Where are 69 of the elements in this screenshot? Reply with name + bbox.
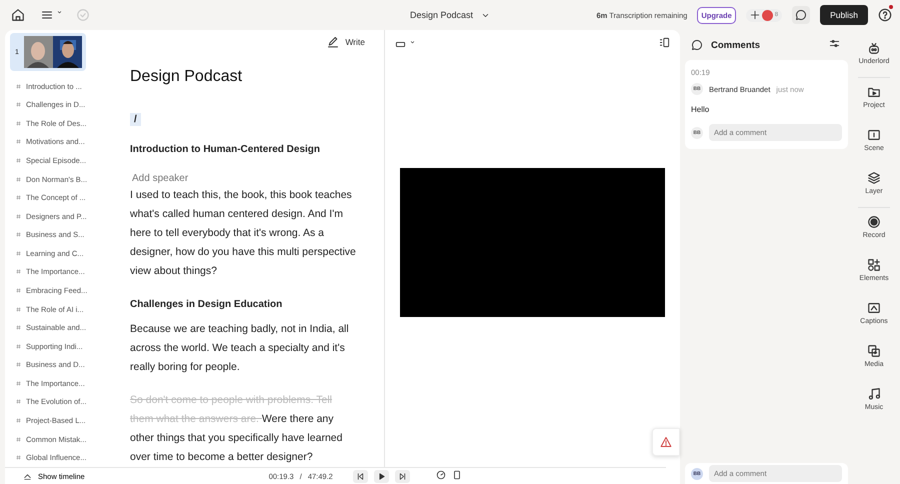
previous-button[interactable]	[352, 470, 368, 482]
music-icon	[867, 387, 881, 401]
skip-forward-icon	[398, 472, 407, 480]
layout-dropdown[interactable]	[395, 38, 416, 50]
caret-icon	[56, 9, 63, 16]
play-button[interactable]	[374, 470, 389, 482]
captions-icon	[866, 301, 881, 315]
transcript-paragraph: Because we are teaching badly, not in India, all across the world. We teach a specialty and it's really boring for people.	[130, 322, 350, 375]
comments-title: Comments	[711, 40, 760, 50]
play-icon	[376, 472, 386, 480]
phone-icon	[452, 470, 462, 480]
hash-icon	[16, 399, 21, 404]
add-speaker-button[interactable]: Add speaker	[132, 173, 384, 184]
hash-icon	[16, 214, 21, 219]
caret-icon	[409, 38, 416, 46]
hash-icon	[16, 176, 21, 182]
hash-icon	[16, 325, 21, 330]
hash-icon	[16, 344, 21, 349]
folder-icon	[866, 85, 881, 99]
section-heading: Introduction to Human-Centered Design	[130, 144, 321, 155]
help-icon	[878, 8, 892, 22]
panel-icon	[659, 37, 670, 48]
hash-icon	[16, 195, 21, 200]
write-button[interactable]: Write	[324, 33, 368, 51]
home-icon	[11, 8, 25, 22]
warning-icon	[660, 436, 672, 448]
hash-icon	[16, 102, 21, 108]
skip-back-icon	[356, 472, 365, 480]
hash-icon	[16, 455, 21, 460]
menu-icon	[41, 9, 53, 21]
hash-icon	[16, 436, 21, 442]
hash-icon	[16, 250, 21, 256]
next-button[interactable]	[394, 470, 410, 482]
scene-icon	[866, 128, 881, 142]
hash-icon	[16, 380, 21, 386]
publish-button[interactable]: Publish	[820, 5, 868, 25]
plus-icon	[750, 10, 760, 20]
hash-icon	[16, 418, 21, 424]
hash-icon	[16, 158, 21, 163]
comment-icon	[795, 9, 808, 21]
help-button[interactable]	[878, 8, 892, 22]
filter-icon	[829, 38, 840, 49]
media-icon	[866, 344, 881, 358]
hash-icon	[16, 269, 21, 274]
elements-icon	[867, 258, 881, 272]
slash-marker: /	[130, 113, 141, 126]
record-icon	[866, 215, 881, 229]
layers-icon	[866, 171, 881, 185]
pen-icon	[327, 36, 340, 48]
hash-icon	[16, 139, 21, 144]
section-heading: Challenges in Design Education	[130, 299, 284, 310]
speed-icon	[436, 470, 446, 480]
transcript-paragraph: So don't come to people with problems. Tell them what the answers are. Were there any other things that you specifically have learned over time to become a better designer?	[130, 393, 344, 465]
document-title: Design Podcast	[130, 68, 244, 86]
project-title: Design Podcast	[410, 10, 474, 20]
comment-text: Hello	[691, 105, 710, 114]
timeline-icon	[23, 472, 32, 480]
transcript-paragraph: I used to teach this, the book, this book teaches what's called human centered design. And I'm here to tell everybody that it's wrong. As a designer, how do you have this multi perspective view about things?	[130, 188, 356, 279]
check-circle-icon	[76, 8, 90, 22]
hash-icon	[16, 306, 21, 312]
hash-icon	[16, 288, 21, 293]
hash-icon	[16, 362, 21, 368]
warning-button[interactable]	[652, 428, 680, 456]
hash-icon	[16, 84, 21, 89]
robot-icon	[867, 41, 881, 55]
hash-icon	[16, 232, 21, 238]
hash-icon	[16, 120, 21, 126]
comment-icon	[691, 39, 703, 51]
comments-button[interactable]	[792, 6, 810, 24]
